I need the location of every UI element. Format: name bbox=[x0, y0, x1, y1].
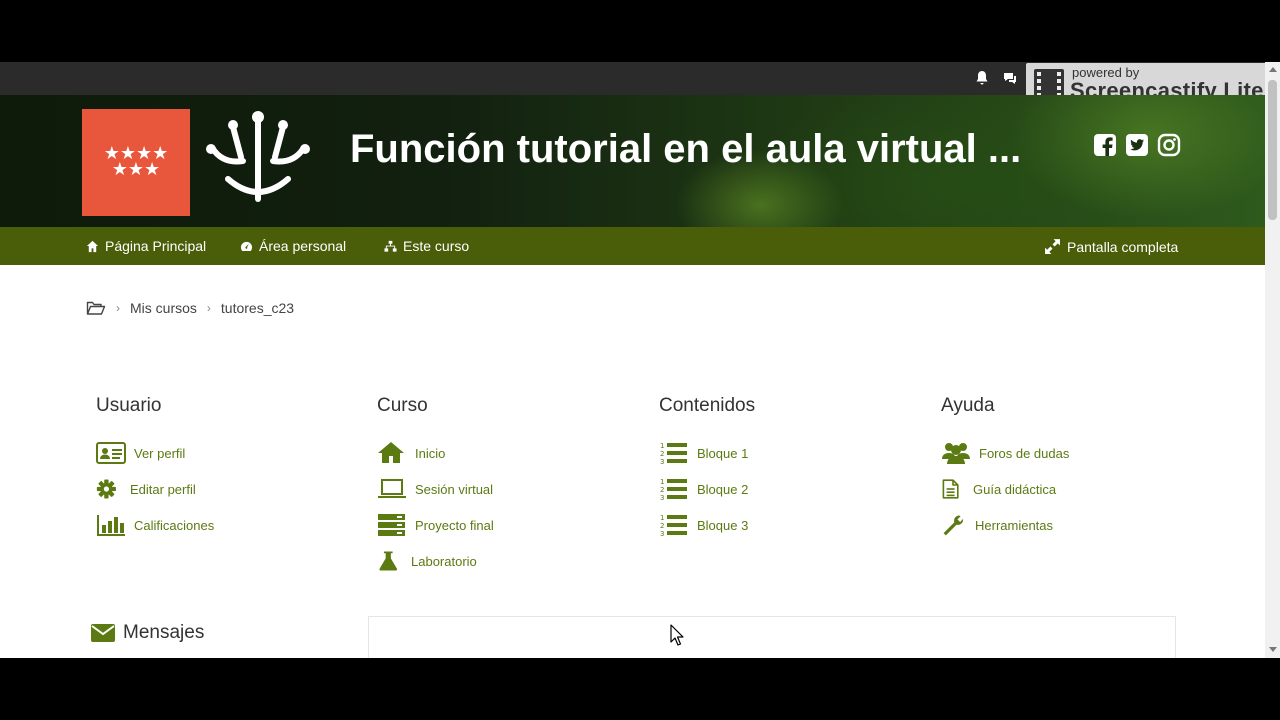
link-foros-de-dudas[interactable]: Foros de dudas bbox=[941, 435, 1069, 471]
link-label: Bloque 3 bbox=[697, 517, 749, 533]
svg-text:1: 1 bbox=[660, 514, 664, 522]
wrench-icon bbox=[943, 515, 964, 536]
link-ver-perfil[interactable]: Ver perfil bbox=[96, 435, 214, 471]
list-ol-icon: 1 2 3 bbox=[660, 514, 687, 537]
link-label: Editar perfil bbox=[130, 481, 196, 497]
breadcrumb-item[interactable]: Mis cursos bbox=[130, 300, 197, 316]
flask-icon bbox=[379, 551, 398, 571]
link-proyecto-final[interactable]: Proyecto final bbox=[377, 507, 494, 543]
link-bloque-1[interactable]: 1 2 3 Bloque 1 bbox=[659, 435, 755, 471]
column-contenidos: Contenidos 1 2 3 Bloque 1 1 2 3 Bloque 2… bbox=[659, 395, 755, 543]
scroll-down-icon[interactable] bbox=[1269, 647, 1277, 652]
site-banner: ★★★★ ★★★ Función tutorial en el aula virt… bbox=[0, 95, 1265, 227]
server-icon bbox=[378, 514, 405, 536]
list-ol-icon: 1 2 3 bbox=[660, 442, 687, 465]
document-icon bbox=[942, 479, 959, 499]
link-herramientas[interactable]: Herramientas bbox=[941, 507, 1069, 543]
svg-text:2: 2 bbox=[660, 450, 664, 458]
link-label: Guía didáctica bbox=[973, 481, 1057, 497]
facebook-icon[interactable] bbox=[1093, 133, 1117, 157]
svg-text:3: 3 bbox=[660, 458, 664, 465]
instagram-icon[interactable] bbox=[1157, 133, 1181, 157]
top-bar: powered by Screencastify Lite bbox=[0, 62, 1276, 105]
link-label: Laboratorio bbox=[411, 553, 477, 569]
messages-title: Mensajes bbox=[123, 622, 205, 643]
bar-chart-icon bbox=[97, 515, 125, 536]
main-nav: Página Principal Área personal Este curs… bbox=[0, 227, 1265, 265]
svg-text:2: 2 bbox=[660, 486, 664, 494]
folder-open-icon[interactable] bbox=[86, 300, 106, 316]
breadcrumb-separator: › bbox=[116, 301, 120, 315]
link-label: Inicio bbox=[415, 445, 446, 461]
list-ol-icon: 1 2 3 bbox=[660, 478, 687, 501]
nav-course[interactable]: Este curso bbox=[384, 238, 469, 254]
link-bloque-2[interactable]: 1 2 3 Bloque 2 bbox=[659, 471, 755, 507]
nav-fullscreen[interactable]: Pantalla completa bbox=[1044, 238, 1178, 255]
home-icon bbox=[86, 240, 99, 252]
column-curso: Curso Inicio Sesión virtual Proyecto fin… bbox=[377, 395, 494, 579]
column-ayuda: Ayuda Foros de dudas Guía didáctica Herr… bbox=[941, 395, 1069, 543]
sitemap-icon bbox=[384, 240, 397, 252]
nav-home[interactable]: Página Principal bbox=[86, 238, 206, 254]
nav-personal-label: Área personal bbox=[259, 238, 347, 254]
link-laboratorio[interactable]: Laboratorio bbox=[377, 543, 494, 579]
scroll-up-icon[interactable] bbox=[1269, 67, 1277, 72]
svg-text:3: 3 bbox=[660, 494, 664, 501]
column-title: Ayuda bbox=[941, 395, 995, 416]
link-label: Sesión virtual bbox=[415, 481, 494, 497]
stars-icon: ★★★★ ★★★ bbox=[103, 143, 169, 179]
home-icon bbox=[378, 442, 404, 463]
banner-title: Función tutorial en el aula virtual ... bbox=[350, 127, 1022, 171]
content-panel bbox=[368, 616, 1176, 658]
nav-fullscreen-label: Pantalla completa bbox=[1067, 238, 1179, 255]
dashboard-icon bbox=[240, 241, 253, 251]
browser-viewport: powered by Screencastify Lite ★★★★ ★★★ Fu… bbox=[0, 62, 1280, 658]
twitter-icon[interactable] bbox=[1125, 133, 1149, 157]
users-icon bbox=[942, 443, 970, 464]
link-editar-perfil[interactable]: Editar perfil bbox=[96, 471, 214, 507]
column-title: Curso bbox=[377, 395, 428, 416]
gear-icon bbox=[96, 479, 116, 499]
nav-course-label: Este curso bbox=[403, 238, 470, 254]
link-label: Herramientas bbox=[975, 517, 1054, 533]
link-calificaciones[interactable]: Calificaciones bbox=[96, 507, 214, 543]
link-label: Foros de dudas bbox=[979, 445, 1070, 461]
column-title: Usuario bbox=[96, 395, 162, 416]
anchor-logo-icon bbox=[206, 111, 310, 202]
breadcrumb: › Mis cursos › tutores_c23 bbox=[86, 300, 294, 316]
link-guia-didactica[interactable]: Guía didáctica bbox=[941, 471, 1069, 507]
scroll-thumb[interactable] bbox=[1268, 80, 1277, 220]
chat-icon[interactable] bbox=[1002, 70, 1018, 86]
id-card-icon bbox=[96, 442, 126, 464]
link-label: Proyecto final bbox=[415, 517, 494, 533]
breadcrumb-item[interactable]: tutores_c23 bbox=[221, 300, 294, 316]
column-title: Contenidos bbox=[659, 395, 756, 416]
link-label: Bloque 1 bbox=[697, 445, 749, 461]
messages-block-header: Mensajes bbox=[91, 622, 204, 644]
column-usuario: Usuario Ver perfil Editar perfil Calific… bbox=[96, 395, 214, 543]
expand-icon bbox=[1045, 239, 1060, 254]
breadcrumb-separator: › bbox=[206, 301, 211, 315]
link-label: Bloque 2 bbox=[697, 481, 749, 497]
laptop-icon bbox=[378, 479, 406, 498]
svg-text:3: 3 bbox=[660, 530, 664, 537]
link-bloque-3[interactable]: 1 2 3 Bloque 3 bbox=[659, 507, 755, 543]
nav-home-label: Página Principal bbox=[105, 238, 207, 254]
page-scrollbar[interactable] bbox=[1265, 62, 1280, 658]
nav-personal[interactable]: Área personal bbox=[240, 238, 346, 254]
link-label: Calificaciones bbox=[134, 517, 215, 533]
link-label: Ver perfil bbox=[134, 445, 186, 461]
mouse-cursor-icon bbox=[670, 624, 684, 646]
svg-text:1: 1 bbox=[660, 478, 664, 486]
svg-text:1: 1 bbox=[660, 442, 664, 450]
link-sesion-virtual[interactable]: Sesión virtual bbox=[377, 471, 494, 507]
bell-icon[interactable] bbox=[974, 70, 990, 86]
svg-text:2: 2 bbox=[660, 522, 664, 530]
envelope-icon bbox=[91, 624, 115, 642]
community-logo[interactable]: ★★★★ ★★★ bbox=[82, 109, 190, 216]
link-inicio[interactable]: Inicio bbox=[377, 435, 494, 471]
